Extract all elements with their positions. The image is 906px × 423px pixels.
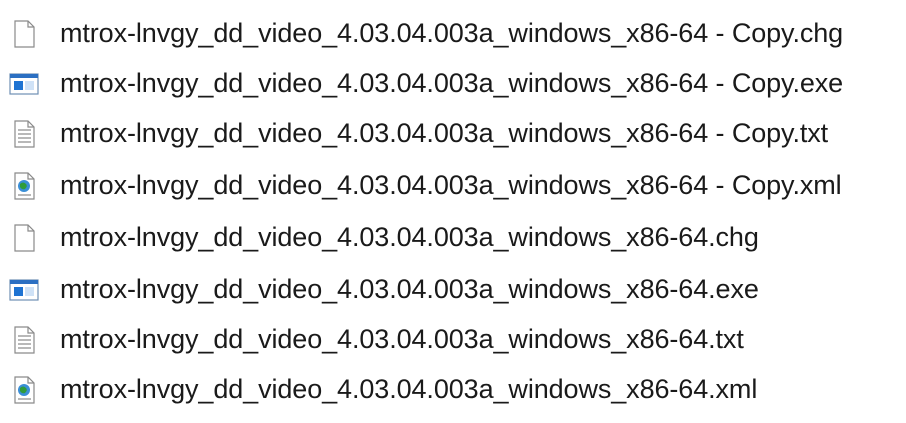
file-name: mtrox-lnvgy_dd_video_4.03.04.003a_window…	[60, 373, 758, 404]
file-row-chg[interactable]: mtrox-lnvgy_dd_video_4.03.04.003a_window…	[0, 212, 906, 264]
generic-file-icon	[8, 222, 40, 254]
file-name: mtrox-lnvgy_dd_video_4.03.04.003a_window…	[60, 323, 744, 354]
text-file-icon	[8, 324, 40, 356]
generic-file-icon	[8, 18, 40, 50]
file-name: mtrox-lnvgy_dd_video_4.03.04.003a_window…	[60, 273, 759, 304]
file-name: mtrox-lnvgy_dd_video_4.03.04.003a_window…	[60, 221, 759, 252]
file-list: mtrox-lnvgy_dd_video_4.03.04.003a_window…	[0, 0, 906, 423]
file-row-copy-txt[interactable]: mtrox-lnvgy_dd_video_4.03.04.003a_window…	[0, 108, 906, 160]
file-name: mtrox-lnvgy_dd_video_4.03.04.003a_window…	[60, 117, 829, 148]
file-row-copy-xml[interactable]: mtrox-lnvgy_dd_video_4.03.04.003a_window…	[0, 160, 906, 212]
file-row-copy-chg[interactable]: mtrox-lnvgy_dd_video_4.03.04.003a_window…	[0, 8, 906, 60]
file-name: mtrox-lnvgy_dd_video_4.03.04.003a_window…	[60, 169, 842, 200]
file-row-xml[interactable]: mtrox-lnvgy_dd_video_4.03.04.003a_window…	[0, 364, 906, 416]
file-row-txt[interactable]: mtrox-lnvgy_dd_video_4.03.04.003a_window…	[0, 314, 906, 366]
application-exe-icon	[8, 68, 40, 100]
xml-file-icon	[8, 170, 40, 202]
text-file-icon	[8, 118, 40, 150]
file-name: mtrox-lnvgy_dd_video_4.03.04.003a_window…	[60, 17, 844, 48]
xml-file-icon	[8, 374, 40, 406]
application-exe-icon	[8, 274, 40, 306]
file-row-exe[interactable]: mtrox-lnvgy_dd_video_4.03.04.003a_window…	[0, 264, 906, 316]
file-name: mtrox-lnvgy_dd_video_4.03.04.003a_window…	[60, 67, 844, 98]
file-row-copy-exe[interactable]: mtrox-lnvgy_dd_video_4.03.04.003a_window…	[0, 58, 906, 110]
